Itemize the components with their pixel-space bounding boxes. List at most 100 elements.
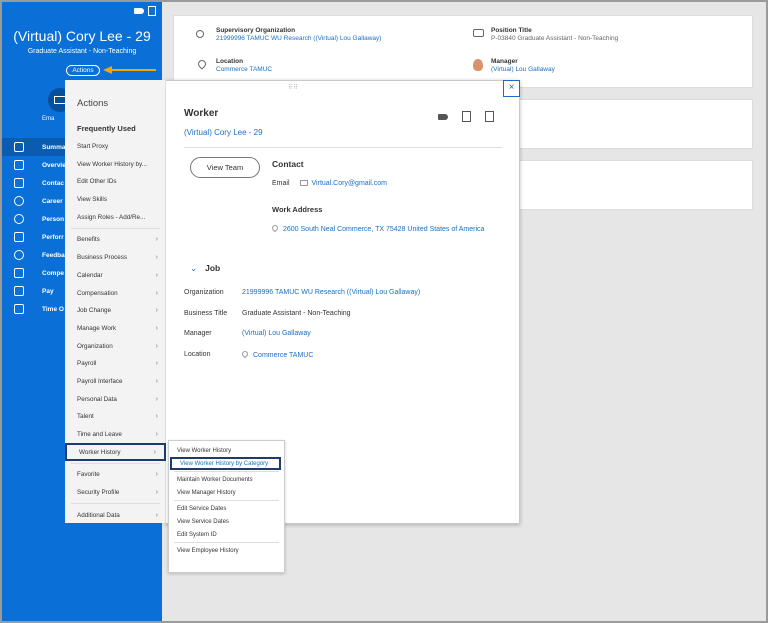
work-address-link[interactable]: 2600 South Neal Commerce, TX 75428 Unite… (270, 223, 485, 233)
actions-menu-title: Actions (77, 98, 109, 109)
menu-item-label: Job Change (77, 307, 111, 315)
menu-item-worker-history[interactable]: Worker History › (65, 443, 166, 462)
menu-item-favorite[interactable]: Favorite › (65, 466, 166, 484)
position-title-value: P-03840 Graduate Assistant - Non-Teachin… (491, 35, 619, 42)
sidebar-item-label: Summa (42, 143, 66, 151)
star-icon (14, 250, 24, 260)
grid-icon (14, 142, 24, 152)
submenu-item-maintain-worker-documents[interactable]: Maintain Worker Documents (169, 473, 284, 486)
menu-item-label: Time and Leave (77, 431, 122, 439)
location-link[interactable]: Commerce TAMUC (216, 66, 272, 73)
sidebar-item-label: Career (42, 197, 63, 205)
submenu-divider (174, 542, 279, 543)
chevron-right-icon: › (155, 289, 158, 297)
menu-item-organization[interactable]: Organization › (65, 337, 166, 355)
sidebar-item-label: Pay (42, 287, 54, 295)
summary-card: Supervisory Organization 21999996 TAMUC … (173, 15, 753, 88)
pdf-icon[interactable] (148, 6, 156, 16)
location-value: Commerce TAMUC (253, 352, 314, 359)
popup-title: Worker (184, 108, 219, 119)
manager-link[interactable]: (Virtual) Lou Gallaway (242, 330, 311, 337)
menu-item-additional-data[interactable]: Additional Data › (65, 506, 166, 524)
job-heading: Job (205, 263, 221, 273)
email-row: Email Virtual.Cory@gmail.com (272, 180, 387, 187)
menu-item-assign-roles[interactable]: Assign Roles - Add/Re... (65, 208, 166, 226)
sup-org-label: Supervisory Organization (216, 27, 296, 34)
job-row-key: Business Title (184, 310, 228, 317)
app-frame: Supervisory Organization 21999996 TAMUC … (0, 0, 768, 623)
menu-item-view-worker-history-by[interactable]: View Worker History by... (65, 155, 166, 173)
submenu-item-view-manager-history[interactable]: View Manager History (169, 486, 284, 499)
submenu-item-view-employee-history[interactable]: View Employee History (169, 544, 284, 557)
menu-item-job-change[interactable]: Job Change › (65, 302, 166, 320)
menu-item-talent[interactable]: Talent › (65, 408, 166, 426)
submenu-item-view-worker-history-by-category[interactable]: View Worker History by Category (170, 457, 281, 470)
email-label: Ema (42, 116, 55, 122)
submenu-item-edit-service-dates[interactable]: Edit Service Dates (169, 502, 284, 515)
sidebar-item-label: Contac (42, 179, 65, 187)
submenu-item-edit-system-id[interactable]: Edit System ID (169, 528, 284, 541)
view-team-button[interactable]: View Team (190, 157, 260, 178)
manager-link[interactable]: (Virtual) Lou Gallaway (491, 66, 555, 73)
menu-item-personal-data[interactable]: Personal Data › (65, 390, 166, 408)
wallet-icon (14, 286, 24, 296)
job-section-toggle[interactable]: ⌄ Job (190, 263, 220, 274)
chevron-right-icon: › (155, 413, 158, 421)
menu-item-manage-work[interactable]: Manage Work › (65, 320, 166, 338)
sidebar-item-label: Person (42, 215, 65, 223)
excel-export-icon[interactable] (462, 111, 471, 122)
sidebar-item-label: Feedba (42, 251, 65, 259)
submenu-divider (174, 471, 279, 472)
drag-handle-icon[interactable]: ⠿⠿ (288, 84, 299, 91)
menu-item-view-skills[interactable]: View Skills (65, 191, 166, 209)
envelope-icon (299, 180, 308, 186)
email-link[interactable]: Virtual.Cory@gmail.com (312, 180, 387, 187)
chevron-right-icon: › (155, 377, 158, 385)
worker-name-link[interactable]: (Virtual) Cory Lee - 29 (184, 128, 263, 137)
frequently-used-heading: Frequently Used (77, 124, 136, 134)
menu-item-edit-other-ids[interactable]: Edit Other IDs (65, 173, 166, 191)
submenu-divider (174, 500, 279, 501)
menu-item-compensation[interactable]: Compensation › (65, 284, 166, 302)
close-button[interactable]: × (503, 80, 520, 97)
chevron-right-icon: › (155, 360, 158, 368)
menu-item-start-proxy[interactable]: Start Proxy (65, 138, 166, 156)
submenu-item-view-worker-history[interactable]: View Worker History (169, 444, 284, 457)
pdf-icon[interactable] (485, 111, 494, 122)
menu-item-benefits[interactable]: Benefits › (65, 231, 166, 249)
actions-menu: Actions Frequently Used Start Proxy View… (65, 80, 166, 523)
chevron-right-icon: › (155, 489, 158, 497)
compensation-icon (14, 268, 24, 278)
tag-icon[interactable] (134, 8, 144, 14)
job-row-key: Organization (184, 289, 224, 296)
submenu-item-view-service-dates[interactable]: View Service Dates (169, 515, 284, 528)
menu-item-time-and-leave[interactable]: Time and Leave › (65, 426, 166, 444)
menu-item-business-process[interactable]: Business Process › (65, 249, 166, 267)
menu-item-label: Organization (77, 342, 113, 350)
person-icon (14, 214, 24, 224)
menu-item-security-profile[interactable]: Security Profile › (65, 484, 166, 502)
organization-link[interactable]: 21999996 TAMUC WU Research ((Virtual) Lo… (242, 289, 420, 296)
menu-item-payroll[interactable]: Payroll › (65, 355, 166, 373)
location-link[interactable]: Commerce TAMUC (240, 349, 314, 359)
menu-divider (71, 463, 160, 465)
org-chart-icon (196, 30, 204, 38)
menu-item-label: Benefits (77, 236, 100, 244)
work-address-value: 2600 South Neal Commerce, TX 75428 Unite… (283, 226, 485, 233)
chevron-right-icon: › (155, 307, 158, 315)
tag-icon[interactable] (438, 114, 448, 120)
actions-button[interactable]: Actions (66, 65, 100, 76)
chevron-right-icon: › (155, 254, 158, 262)
menu-item-label: Payroll (77, 360, 97, 368)
sup-org-link[interactable]: 21999996 TAMUC WU Research ((Virtual) Lo… (216, 35, 381, 42)
chevron-right-icon: › (153, 448, 156, 456)
menu-item-calendar[interactable]: Calendar › (65, 267, 166, 285)
contact-heading: Contact (272, 159, 304, 169)
menu-item-label: Business Process (77, 254, 128, 262)
highlight-arrow-icon (103, 66, 156, 74)
contact-icon (14, 178, 24, 188)
chevron-right-icon: › (155, 511, 158, 519)
business-title-value: Graduate Assistant - Non-Teaching (242, 310, 351, 317)
chevron-right-icon: › (155, 236, 158, 244)
menu-item-payroll-interface[interactable]: Payroll Interface › (65, 373, 166, 391)
